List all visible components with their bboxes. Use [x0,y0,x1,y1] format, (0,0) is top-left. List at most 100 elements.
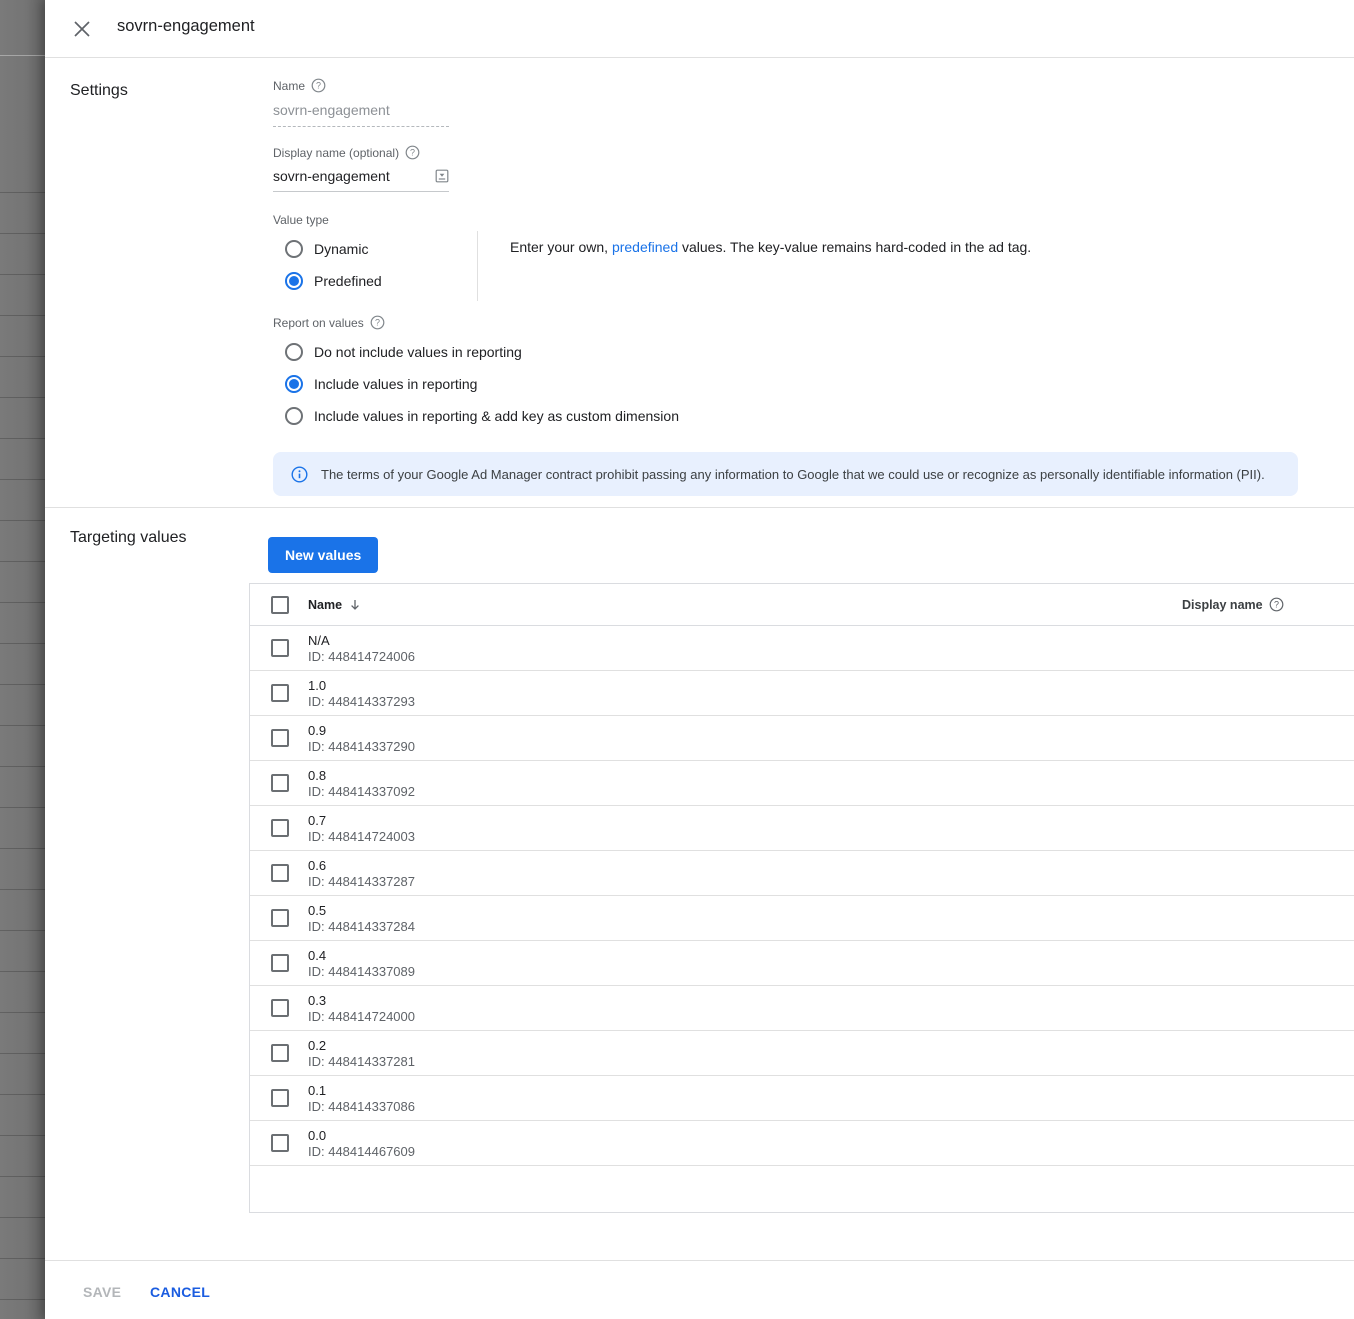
name-field-label-row: Name ? [273,78,1303,93]
value-name: 0.1 [308,1083,1182,1098]
display-name-help-icon[interactable]: ? [405,145,420,160]
radio-icon[interactable] [285,272,303,290]
report-on-values-help-icon[interactable]: ? [370,315,385,330]
value-id: ID: 448414337092 [308,784,1182,799]
display-name-column-header: Display name ? [1182,597,1354,612]
pii-notice-text: The terms of your Google Ad Manager cont… [321,467,1265,482]
value-type-option[interactable]: Dynamic [273,233,477,265]
value-name-cell: 0.7 ID: 448414724003 [308,813,1182,844]
table-row: 0.9 ID: 448414337290 [250,716,1354,761]
display-name-header-help-icon[interactable]: ? [1269,597,1284,612]
row-checkbox-cell [250,999,308,1017]
row-checkbox[interactable] [271,774,289,792]
close-button[interactable] [69,16,95,42]
radio-icon[interactable] [285,407,303,425]
radio-icon[interactable] [285,375,303,393]
row-checkbox[interactable] [271,1044,289,1062]
background-page-scrim [0,0,45,1319]
value-type-radio-group: Dynamic Predefined [273,231,478,301]
report-option[interactable]: Include values in reporting [273,368,1303,400]
table-row: 0.1 ID: 448414337086 [250,1076,1354,1121]
value-name-cell: 0.9 ID: 448414337290 [308,723,1182,754]
report-option[interactable]: Include values in reporting & add key as… [273,400,1303,432]
value-name: 0.3 [308,993,1182,1008]
table-header-row: Name Display name ? [250,584,1354,626]
radio-icon[interactable] [285,343,303,361]
display-name-input[interactable]: sovrn-engagement [273,168,449,192]
report-on-values-radio-group: Do not include values in reporting Inclu… [273,336,1303,432]
name-help-icon[interactable]: ? [311,78,326,93]
value-name-cell: 0.6 ID: 448414337287 [308,858,1182,889]
input-tools-icon[interactable] [435,169,449,183]
svg-text:?: ? [1274,600,1279,610]
value-id: ID: 448414467609 [308,1144,1182,1159]
row-checkbox[interactable] [271,864,289,882]
row-checkbox[interactable] [271,729,289,747]
predefined-link[interactable]: predefined [612,239,678,255]
value-id: ID: 448414724006 [308,649,1182,664]
value-name-cell: 0.8 ID: 448414337092 [308,768,1182,799]
report-on-values-label-row: Report on values ? [273,315,1303,330]
pii-notice-banner: The terms of your Google Ad Manager cont… [273,452,1298,496]
value-type-description: Enter your own, predefined values. The k… [478,231,1031,301]
new-values-button[interactable]: New values [268,537,378,573]
select-all-checkbox[interactable] [271,596,289,614]
value-name: N/A [308,633,1182,648]
radio-label: Include values in reporting [314,376,477,392]
save-button[interactable]: SAVE [83,1282,121,1302]
row-checkbox[interactable] [271,1134,289,1152]
row-checkbox-cell [250,1134,308,1152]
radio-label: Dynamic [314,241,368,257]
value-name-cell: 0.2 ID: 448414337281 [308,1038,1182,1069]
value-id: ID: 448414337287 [308,874,1182,889]
table-row: 0.8 ID: 448414337092 [250,761,1354,806]
page-title: sovrn-engagement [117,17,255,36]
row-checkbox[interactable] [271,819,289,837]
value-name: 1.0 [308,678,1182,693]
value-name-cell: 0.3 ID: 448414724000 [308,993,1182,1024]
key-value-editor-panel: sovrn-engagement Settings Name ? sovrn-e… [45,0,1354,1319]
row-checkbox-cell [250,774,308,792]
value-name: 0.8 [308,768,1182,783]
row-checkbox[interactable] [271,954,289,972]
value-name-cell: N/A ID: 448414724006 [308,633,1182,664]
table-body: N/A ID: 448414724006 1.0 ID: 44841433729… [250,626,1354,1166]
value-name: 0.2 [308,1038,1182,1053]
section-divider [45,507,1354,508]
radio-icon[interactable] [285,240,303,258]
report-on-values-label: Report on values [273,316,364,330]
cancel-button[interactable]: CANCEL [150,1282,210,1302]
value-id: ID: 448414724003 [308,829,1182,844]
close-icon [72,19,92,39]
value-name: 0.6 [308,858,1182,873]
row-checkbox[interactable] [271,999,289,1017]
value-id: ID: 448414337290 [308,739,1182,754]
table-row: 0.2 ID: 448414337281 [250,1031,1354,1076]
radio-label: Do not include values in reporting [314,344,522,360]
settings-section-label: Settings [70,82,128,100]
row-checkbox[interactable] [271,639,289,657]
display-name-label: Display name (optional) [273,146,399,160]
display-name-value: sovrn-engagement [273,168,390,184]
row-checkbox-cell [250,729,308,747]
svg-text:?: ? [410,148,415,158]
report-option[interactable]: Do not include values in reporting [273,336,1303,368]
name-column-header[interactable]: Name [308,598,1182,612]
row-checkbox-cell [250,864,308,882]
row-checkbox[interactable] [271,909,289,927]
row-checkbox[interactable] [271,684,289,702]
name-field-label: Name [273,79,305,93]
table-row: N/A ID: 448414724006 [250,626,1354,671]
row-checkbox[interactable] [271,1089,289,1107]
value-id: ID: 448414337284 [308,919,1182,934]
row-checkbox-cell [250,684,308,702]
sort-descending-icon[interactable] [348,598,362,612]
name-field-value-disabled: sovrn-engagement [273,102,449,127]
background-table-rows [0,192,45,1319]
value-type-option[interactable]: Predefined [273,265,477,297]
value-name-cell: 0.1 ID: 448414337086 [308,1083,1182,1114]
row-checkbox-cell [250,909,308,927]
table-row: 0.3 ID: 448414724000 [250,986,1354,1031]
display-name-label-row: Display name (optional) ? [273,145,1303,160]
svg-text:?: ? [316,81,321,91]
